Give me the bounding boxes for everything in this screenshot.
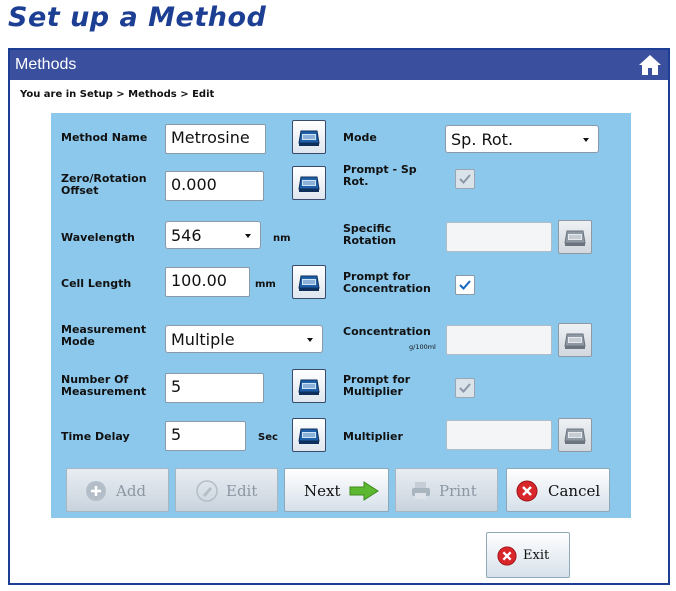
wavelength-value: 546 [171,226,202,245]
chevron-down-icon [245,234,251,238]
cell-length-unit: mm [255,279,276,290]
cancel-button[interactable]: Cancel [506,468,610,512]
pencil-icon [196,480,218,502]
printer-icon [412,482,430,499]
mode-value: Sp. Rot. [451,130,514,149]
keyboard-icon [298,428,320,444]
methods-window: Methods You are in Setup > Methods > Edi… [8,48,670,585]
edit-button: Edit [175,468,278,512]
next-button[interactable]: Next [284,468,389,512]
checkmark-icon [459,383,471,393]
time-delay-unit: Sec [258,432,278,443]
time-delay-input[interactable]: 5 [165,421,246,451]
zero-offset-label: Zero/Rotation Offset [61,172,147,197]
number-of-measurement-keyboard-button[interactable] [292,369,326,403]
multiplier-input [446,420,552,450]
plus-icon [86,481,106,501]
mode-select[interactable]: Sp. Rot. [445,125,599,153]
chevron-down-icon [583,138,589,142]
prompt-multiplier-checkbox [455,378,475,398]
method-name-input[interactable]: Metrosine [165,124,266,154]
print-button: Print [395,468,498,512]
prompt-sp-rot-label: Prompt - Sp Rot. [343,163,417,188]
keyboard-icon [298,275,320,291]
specific-rotation-input [446,222,552,252]
keyboard-icon [564,428,586,444]
number-of-measurement-input[interactable]: 5 [165,373,264,403]
window-titlebar: Methods [10,50,668,80]
cell-length-input[interactable]: 100.00 [165,267,250,297]
keyboard-icon [298,379,320,395]
keyboard-icon [298,130,320,146]
next-button-label: Next [304,482,341,500]
multiplier-keyboard-button [558,418,592,452]
home-icon[interactable] [638,53,662,77]
measurement-mode-select[interactable]: Multiple [165,325,323,353]
add-button: Add [66,468,169,512]
prompt-multiplier-label: Prompt for Multiplier [343,373,411,398]
checkmark-icon [459,280,471,290]
specific-rotation-keyboard-button [558,220,592,254]
concentration-unit: g/100ml [409,343,436,351]
exit-button[interactable]: Exit [486,532,570,578]
method-name-keyboard-button[interactable] [292,120,326,154]
window-title: Methods [15,56,77,73]
prompt-sp-rot-checkbox [455,169,475,189]
mode-label: Mode [343,131,377,144]
keyboard-icon [564,333,586,349]
specific-rotation-label: Specific Rotation [343,222,397,247]
wavelength-label: Wavelength [61,231,135,244]
keyboard-icon [298,176,320,192]
keyboard-icon [564,230,586,246]
time-delay-label: Time Delay [61,430,130,443]
concentration-label: Concentration [343,325,431,338]
breadcrumb: You are in Setup > Methods > Edit [20,89,215,100]
prompt-concentration-checkbox[interactable] [455,275,475,295]
edit-button-label: Edit [226,482,258,500]
cell-length-label: Cell Length [61,277,132,290]
add-button-label: Add [116,482,147,500]
method-form-panel: Method Name Metrosine Mode Sp. Rot. Zero… [51,113,631,518]
concentration-keyboard-button [558,323,592,357]
wavelength-select[interactable]: 546 [165,221,261,249]
multiplier-label: Multiplier [343,430,403,443]
cancel-button-label: Cancel [548,482,601,500]
zero-offset-input[interactable]: 0.000 [165,171,264,201]
arrow-right-icon [349,481,379,501]
time-delay-keyboard-button[interactable] [292,418,326,452]
concentration-input [446,325,552,355]
chevron-down-icon [307,338,313,342]
method-name-label: Method Name [61,131,148,144]
close-circle-icon [516,480,538,502]
checkmark-icon [459,174,471,184]
measurement-mode-value: Multiple [171,330,235,349]
print-button-label: Print [439,482,477,500]
zero-offset-keyboard-button[interactable] [292,166,326,200]
close-circle-icon [497,546,517,566]
number-of-measurement-label: Number Of Measurement [61,373,147,398]
prompt-concentration-label: Prompt for Concentration [343,270,431,295]
wavelength-unit: nm [273,233,291,244]
cell-length-keyboard-button[interactable] [292,265,326,299]
measurement-mode-label: Measurement Mode [61,323,147,348]
page-heading: Set up a Method [8,2,267,33]
exit-button-label: Exit [523,548,550,563]
